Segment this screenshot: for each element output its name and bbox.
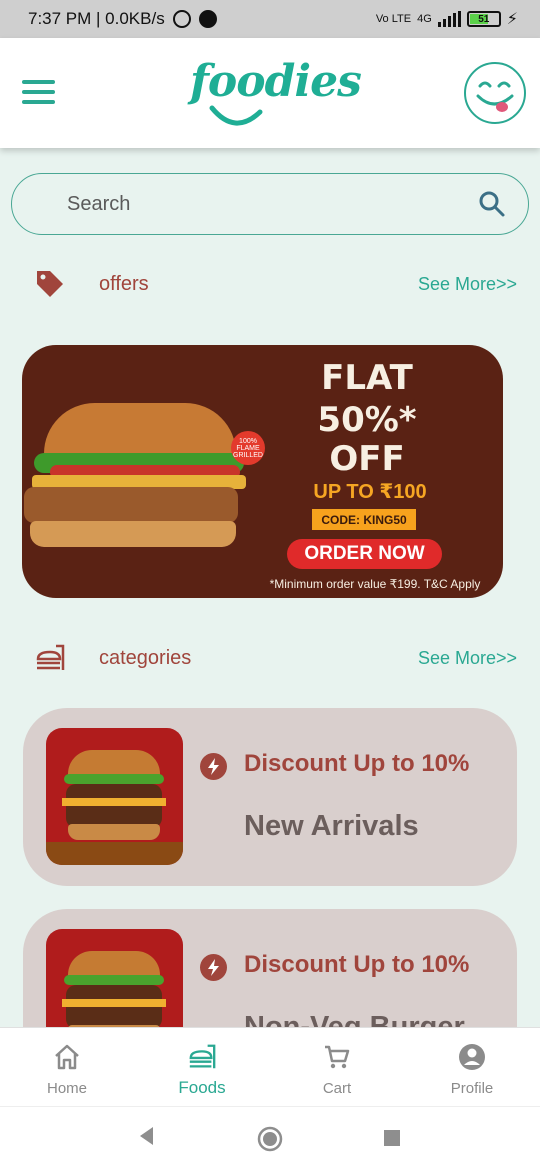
charging-icon: ⚡ bbox=[506, 11, 518, 28]
nav-cart-label: Cart bbox=[322, 1080, 352, 1097]
nav-cart[interactable]: Cart bbox=[287, 1028, 387, 1107]
status-left: 7:37 PM | 0.0KB/s bbox=[28, 9, 217, 29]
home-icon bbox=[55, 1044, 79, 1070]
battery-level: 51 bbox=[478, 13, 490, 25]
app-header: foodies bbox=[0, 38, 540, 148]
category-discount: Discount Up to 10% bbox=[244, 951, 470, 978]
categories-see-more-link[interactable]: See More>> bbox=[418, 648, 517, 669]
offers-section-header: offers See More>> bbox=[0, 264, 540, 304]
bolt-icon bbox=[200, 753, 227, 780]
nav-profile-label: Profile bbox=[450, 1080, 494, 1097]
nav-foods-label: Foods bbox=[178, 1078, 226, 1097]
offers-see-more-link[interactable]: See More>> bbox=[418, 274, 517, 295]
category-burger-image bbox=[46, 728, 183, 865]
search-bar[interactable] bbox=[11, 173, 529, 235]
category-card-new-arrivals[interactable]: Discount Up to 10% New Arrivals bbox=[23, 708, 517, 886]
cart-icon bbox=[325, 1045, 350, 1069]
network-type: 4G bbox=[417, 13, 432, 25]
offer-banner[interactable]: 100% FLAME GRILLED FLAT 50%* OFF UP TO ₹… bbox=[22, 345, 503, 598]
search-icon[interactable] bbox=[478, 190, 506, 218]
signal-strength-icon bbox=[437, 11, 461, 27]
promo-percent-text: 50%* bbox=[317, 400, 417, 440]
promo-headline: FLAT 50%* bbox=[307, 357, 427, 441]
promo-off-text: OFF bbox=[329, 439, 405, 479]
system-navigation-bar bbox=[0, 1106, 540, 1170]
volte-indicator: Vo LTE bbox=[375, 13, 412, 25]
status-bar: 7:37 PM | 0.0KB/s Vo LTE 4G 51 ⚡ bbox=[0, 0, 540, 38]
flame-grilled-badge: 100% FLAME GRILLED bbox=[231, 431, 265, 465]
order-now-button[interactable]: ORDER NOW bbox=[287, 539, 442, 569]
categories-title: categories bbox=[99, 646, 192, 669]
profile-avatar[interactable] bbox=[464, 62, 526, 124]
promo-fine-print: *Minimum order value ₹199. T&C Apply bbox=[269, 577, 481, 591]
battery-icon: 51 bbox=[466, 11, 501, 27]
logo-smile-icon bbox=[209, 105, 263, 126]
hamburger-menu-icon[interactable] bbox=[22, 80, 55, 104]
bottom-navigation: Home Foods Cart Profile bbox=[0, 1027, 540, 1106]
category-name: New Arrivals bbox=[244, 810, 419, 842]
status-time-speed: 7:37 PM | 0.0KB/s bbox=[28, 9, 165, 28]
recents-icon[interactable] bbox=[383, 1129, 401, 1147]
search-input[interactable] bbox=[67, 192, 478, 216]
nav-home-label: Home bbox=[46, 1080, 87, 1097]
food-tray-icon bbox=[189, 1044, 216, 1069]
food-tray-icon bbox=[36, 644, 65, 670]
nav-profile[interactable]: Profile bbox=[422, 1028, 522, 1107]
status-right: Vo LTE 4G 51 ⚡ bbox=[376, 9, 518, 29]
alarm-icon bbox=[172, 10, 191, 28]
smiley-tongue-face-icon bbox=[476, 81, 514, 112]
offers-title: offers bbox=[99, 272, 149, 295]
categories-section-header: categories See More>> bbox=[0, 638, 540, 678]
promo-upto-text: UP TO ₹100 bbox=[313, 481, 427, 503]
app-logo: foodies bbox=[190, 56, 362, 134]
category-discount: Discount Up to 10% bbox=[244, 750, 470, 777]
bolt-icon bbox=[200, 954, 227, 981]
home-button-icon[interactable] bbox=[257, 1126, 283, 1152]
nav-foods[interactable]: Foods bbox=[152, 1028, 252, 1107]
data-saver-icon bbox=[198, 10, 217, 28]
account-circle-icon bbox=[459, 1044, 485, 1070]
promo-flat-text: FLAT bbox=[321, 358, 413, 398]
nav-home[interactable]: Home bbox=[17, 1028, 117, 1107]
tag-icon bbox=[37, 271, 63, 297]
promo-code: CODE: KING50 bbox=[312, 509, 416, 530]
back-icon[interactable] bbox=[137, 1125, 157, 1147]
